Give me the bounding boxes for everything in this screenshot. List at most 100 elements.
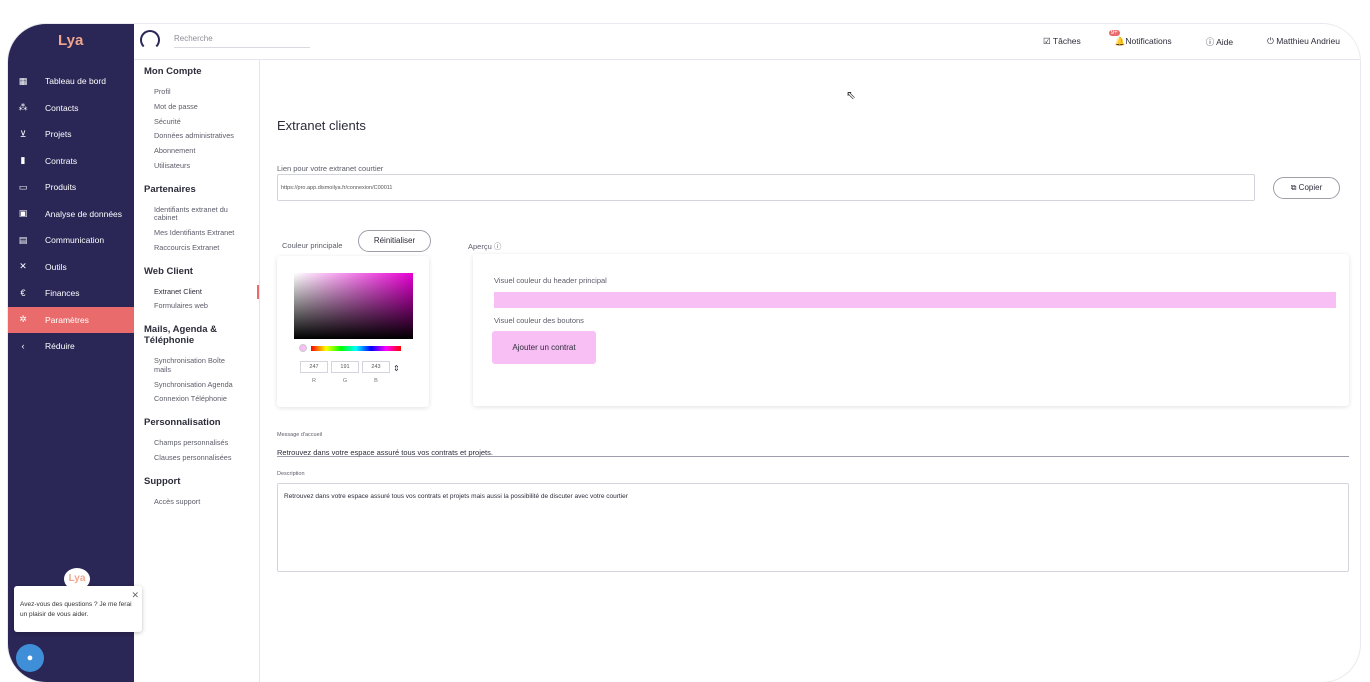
color-swatch (299, 344, 307, 352)
notifications-badge: 9+ (1108, 30, 1120, 36)
chat-text: Avez-vous des questions ? Je me ferai un… (20, 601, 132, 619)
add-contract-button[interactable]: Ajouter un contrat (492, 331, 596, 364)
sidebar-item-label: Réduire (45, 341, 75, 352)
header-visual-label: Visuel couleur du header principal (494, 276, 607, 285)
chat-tooltip: ✕ Avez-vous des questions ? Je me ferai … (14, 586, 142, 632)
copy-icon: ⧉ (1290, 183, 1299, 192)
app-window: Lya ▦ Tableau de bord ⁂ Contacts ⊻ Projets … (8, 24, 1360, 682)
submenu-item[interactable]: Accès support (134, 495, 259, 510)
description-value: Retrouvez dans votre espace assuré tous … (284, 493, 628, 500)
sidebar-item-communication[interactable]: ▤ Communication (8, 227, 134, 254)
app-logo[interactable]: Lya (58, 32, 83, 49)
message-icon: ▤ (18, 234, 28, 245)
bell-icon: 🔔 (1114, 36, 1126, 46)
preview-label: Aperçu ⓘ (468, 241, 501, 252)
sidebar-item-finances[interactable]: € Finances (8, 280, 134, 307)
sidebar-item-label: Paramètres (45, 314, 89, 325)
sidebar-item-products[interactable]: ▭ Produits (8, 174, 134, 201)
submenu-section-title: Web Client (144, 265, 193, 277)
reset-button[interactable]: Réinitialiser (358, 230, 431, 252)
tasks-label: Tâches (1052, 36, 1081, 46)
gear-icon: ✲ (19, 314, 27, 325)
submenu-section-title: Support (144, 475, 181, 487)
settings-menu: Mon Compte Profil Mot de passe Sécurité Donn… (134, 60, 260, 682)
sidebar-item-contracts[interactable]: ▮ Contrats (8, 148, 134, 175)
top-actions: ☑ Tâches 9+ 🔔Notifications ⓘ Aide ⏻ Matth… (1009, 30, 1340, 48)
chart-icon: ▣ (18, 208, 28, 219)
sidebar-item-analytics[interactable]: ▣ Analyse de données (8, 201, 134, 228)
copy-button[interactable]: ⧉ Copier (1273, 177, 1340, 199)
link-label: Lien pour votre extranet courtier (277, 164, 384, 173)
user-menu[interactable]: ⏻ Matthieu Andrieu (1267, 36, 1340, 48)
description-label: Description (277, 471, 305, 477)
search-input[interactable]: Recherche (174, 34, 310, 48)
submenu-item[interactable]: Mes Identifiants Extranet (134, 226, 259, 241)
submenu-item[interactable]: Clauses personnalisées (134, 451, 259, 466)
submenu-item[interactable]: Connexion Téléphonie (134, 392, 259, 407)
sidebar-item-label: Projets (45, 129, 72, 140)
submenu-item[interactable]: Données administratives (134, 129, 259, 144)
close-icon[interactable]: ✕ (131, 588, 139, 602)
sidebar-item-settings[interactable]: ✲ Paramètres (8, 306, 134, 333)
sidebar-item-contacts[interactable]: ⁂ Contacts (8, 95, 134, 122)
help-label: Aide (1216, 37, 1234, 47)
hue-slider[interactable] (311, 346, 401, 351)
sidebar-item-collapse[interactable]: ‹ Réduire (8, 333, 134, 360)
submenu-item[interactable]: Synchronisation Agenda (134, 378, 259, 393)
tasks-link[interactable]: ☑ Tâches (1043, 36, 1081, 48)
description-field[interactable]: Retrouvez dans votre espace assuré tous … (277, 483, 1349, 572)
sidebar: Lya ▦ Tableau de bord ⁂ Contacts ⊻ Projets … (8, 24, 134, 682)
main-content: Extranet clients Lien pour votre extrane… (260, 60, 1360, 682)
sidebar-item-label: Analyse de données (45, 208, 123, 219)
euro-icon: € (20, 288, 26, 299)
document-icon: ▮ (20, 155, 26, 166)
help-icon: ⓘ (1205, 37, 1217, 47)
green-label: G (342, 378, 348, 384)
submenu-item[interactable]: Mot de passe (134, 100, 259, 115)
sidebar-item-label: Finances (45, 288, 80, 299)
sidebar-item-label: Contrats (45, 155, 78, 166)
sidebar-item-dashboard[interactable]: ▦ Tableau de bord (8, 68, 134, 95)
user-name: Matthieu Andrieu (1276, 36, 1340, 46)
power-icon: ⏻ (1267, 36, 1277, 46)
link-field[interactable]: https://pro.app.dismoilya.fr/connexion/C… (277, 174, 1255, 201)
notifications-label: Notifications (1125, 36, 1172, 46)
link-value: https://pro.app.dismoilya.fr/connexion/C… (281, 185, 393, 191)
submenu-item[interactable]: Profil (134, 85, 259, 100)
submenu-item[interactable]: Abonnement (134, 144, 259, 159)
saturation-area[interactable] (294, 273, 413, 339)
submenu-section-title: Partenaires (144, 183, 196, 195)
submenu-item[interactable]: Synchronisation Boîte mails (134, 354, 259, 378)
submenu-item[interactable]: Identifiants extranet du cabinet (134, 203, 259, 227)
submenu-item[interactable]: Utilisateurs (134, 159, 259, 174)
swap-format-icon[interactable]: ⇕ (393, 364, 400, 373)
submenu-item[interactable]: Sécurité (134, 115, 259, 130)
checkbox-icon: ☑ (1043, 36, 1053, 46)
chat-bubble-icon[interactable]: ● (16, 644, 44, 672)
chat-logo: Lya (64, 568, 90, 590)
submenu-section-title: Mon Compte (144, 66, 202, 77)
submenu-item[interactable]: Formulaires web (134, 299, 259, 314)
green-input[interactable]: 191 (331, 361, 359, 373)
welcome-field[interactable]: Retrouvez dans votre espace assuré tous … (277, 442, 1349, 457)
sidebar-item-label: Contacts (45, 102, 79, 113)
page-frame: Lya ▦ Tableau de bord ⁂ Contacts ⊻ Projets … (0, 0, 1370, 682)
buttons-visual-label: Visuel couleur des boutons (494, 316, 584, 325)
welcome-label: Message d'accueil (277, 432, 323, 438)
help-link[interactable]: ⓘ Aide (1206, 36, 1233, 48)
sidebar-item-tools[interactable]: ✕ Outils (8, 254, 134, 281)
color-label: Couleur principale (282, 241, 343, 250)
preview-card: Visuel couleur du header principal Visue… (473, 254, 1349, 406)
submenu-item[interactable]: Extranet Client (134, 284, 259, 300)
red-input[interactable]: 247 (300, 361, 328, 373)
submenu-item[interactable]: Raccourcis Extranet (134, 241, 259, 256)
copy-label: Copier (1298, 183, 1323, 192)
submenu-item[interactable]: Champs personnalisés (134, 436, 259, 451)
sidebar-item-projects[interactable]: ⊻ Projets (8, 121, 134, 148)
preview-label-text: Aperçu (468, 242, 492, 251)
blue-input[interactable]: 243 (362, 361, 390, 373)
blue-label: B (374, 378, 378, 384)
notifications-link[interactable]: 9+ 🔔Notifications (1108, 30, 1172, 48)
people-icon: ⁂ (18, 102, 28, 113)
sidebar-item-label: Tableau de bord (45, 76, 106, 87)
